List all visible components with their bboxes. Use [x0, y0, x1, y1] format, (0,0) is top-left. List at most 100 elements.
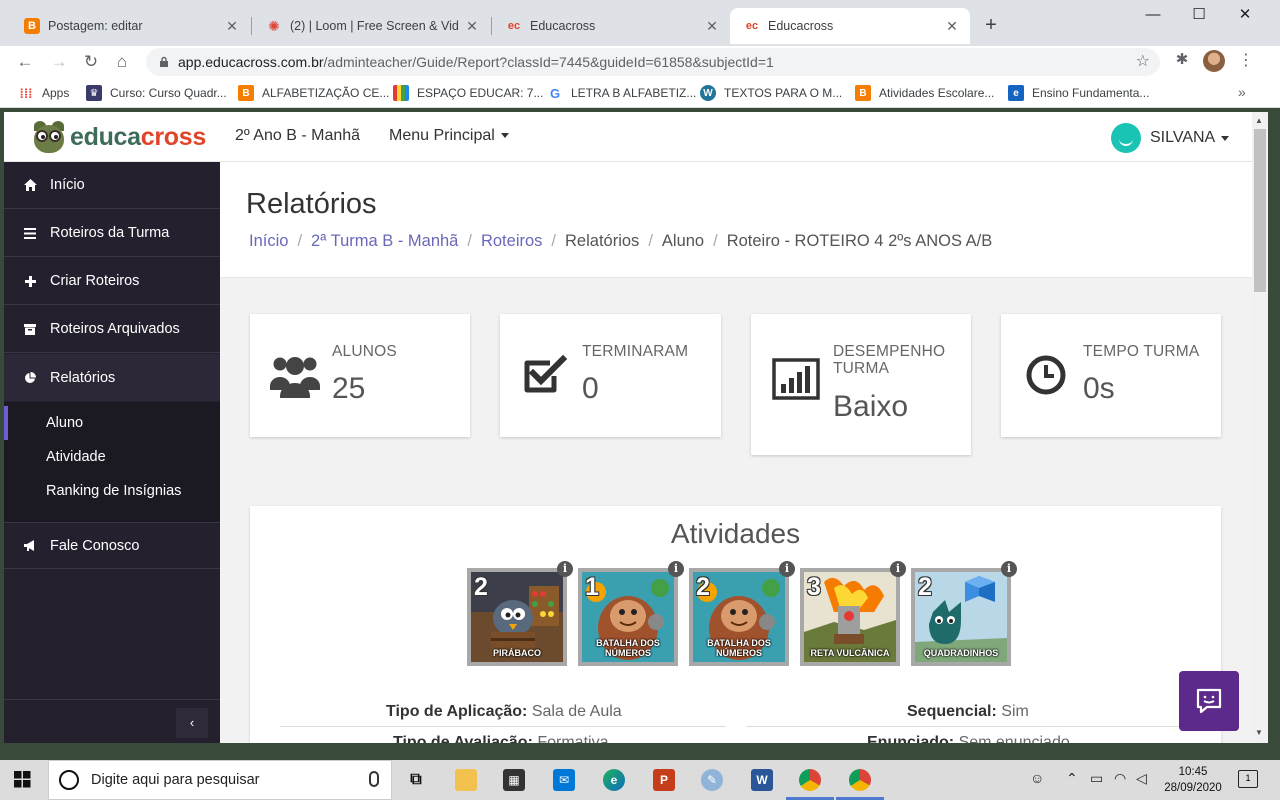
- browser-menu-icon[interactable]: ⋮: [1238, 50, 1254, 72]
- reload-button[interactable]: ↻: [80, 51, 102, 73]
- home-button[interactable]: ⌂: [111, 51, 133, 73]
- task-view-button[interactable]: ⧉: [400, 764, 432, 796]
- browser-tab-educacross[interactable]: ec Educacross ✕: [492, 8, 730, 44]
- taskbar-search-input[interactable]: Digite aqui para pesquisar: [48, 760, 392, 800]
- back-button[interactable]: ←: [14, 51, 36, 73]
- bookmark-apps[interactable]: ⁞⁞⁞ Apps: [18, 84, 70, 102]
- sidebar-subitem-aluno[interactable]: Aluno: [4, 406, 220, 440]
- sidebar-subitem-ranking[interactable]: Ranking de Insígnias: [4, 474, 220, 508]
- windows-start-icon[interactable]: [8, 770, 36, 790]
- people-icon[interactable]: ☺: [1030, 770, 1044, 786]
- main-menu-dropdown[interactable]: Menu Principal: [389, 127, 509, 145]
- window-close-button[interactable]: ✕: [1222, 4, 1268, 26]
- bookmark-star-icon[interactable]: ☆: [1136, 51, 1150, 71]
- sidebar-item-inicio[interactable]: Início: [4, 162, 220, 209]
- browser-profile-avatar[interactable]: [1203, 50, 1225, 72]
- notification-center-icon[interactable]: 1: [1238, 770, 1258, 788]
- game-card-quadradinhos[interactable]: 2 QUADRADINHOS: [911, 568, 1011, 666]
- bookmark-atividades[interactable]: B Atividades Escolare...: [855, 84, 994, 102]
- microphone-icon[interactable]: [369, 771, 379, 787]
- info-icon[interactable]: i: [779, 561, 795, 577]
- detail-tipo-aplicacao: Tipo de Aplicação: Sala de Aula: [386, 703, 622, 720]
- game-name: PIRÁBACO: [492, 648, 541, 658]
- sidebar-item-relatorios[interactable]: Relatórios: [4, 354, 220, 401]
- game-level-number: 2: [474, 573, 488, 601]
- sidebar-item-roteiros-arquivados[interactable]: Roteiros Arquivados: [4, 306, 220, 353]
- battery-icon[interactable]: ▭: [1090, 770, 1103, 787]
- breadcrumb-turma[interactable]: 2ª Turma B - Manhã: [311, 232, 458, 250]
- browser-tab-blogger[interactable]: B Postagem: editar ✕: [10, 8, 250, 44]
- bookmark-letra-b[interactable]: G LETRA B ALFABETIZ...: [547, 84, 696, 102]
- stat-value: 0: [582, 372, 599, 405]
- scroll-up-icon[interactable]: ▲: [1255, 116, 1263, 125]
- task-view-icon: ⧉: [410, 771, 422, 788]
- volume-icon[interactable]: ◁: [1136, 770, 1147, 787]
- close-icon[interactable]: ✕: [224, 18, 240, 35]
- new-tab-button[interactable]: +: [980, 14, 1002, 36]
- close-icon[interactable]: ✕: [944, 18, 960, 35]
- bookmark-ensino[interactable]: e Ensino Fundamenta...: [1008, 84, 1149, 102]
- sidebar-item-roteiros-turma[interactable]: Roteiros da Turma: [4, 210, 220, 257]
- browser-toolbar: ← → ↻ ⌂ app.educacross.com.br/adminteach…: [0, 46, 1280, 78]
- game-card-pirabaco[interactable]: 2 PIRÁBACO: [467, 568, 567, 666]
- sidebar-subitem-atividade[interactable]: Atividade: [4, 440, 220, 474]
- bookmark-curso[interactable]: ♛ Curso: Curso Quadr...: [86, 84, 227, 102]
- info-icon[interactable]: i: [668, 561, 684, 577]
- page-viewport: educacross 2º Ano B - Manhã Menu Princip…: [4, 112, 1268, 743]
- browser-tab-educacross-active[interactable]: ec Educacross ✕: [730, 8, 970, 44]
- stat-label: TERMINARAM: [582, 343, 689, 360]
- game-card-batalha-1[interactable]: 1 BATALHA DOS NÚMEROS: [578, 568, 678, 666]
- game-name: RETA VULCÂNICA: [810, 648, 890, 658]
- taskbar-chrome-2[interactable]: [844, 764, 876, 796]
- bookmark-espaco-educar[interactable]: ESPAÇO EDUCAR: 7...: [393, 84, 543, 102]
- close-icon[interactable]: ✕: [464, 18, 480, 35]
- taskbar-chrome-1[interactable]: [794, 764, 826, 796]
- breadcrumb-inicio[interactable]: Início: [249, 232, 288, 250]
- taskbar-paint[interactable]: ✎: [696, 764, 728, 796]
- game-card-reta-vulcanica[interactable]: 3 RETA VULCÂNICA: [800, 568, 900, 666]
- scroll-down-icon[interactable]: ▼: [1255, 728, 1263, 737]
- sidebar-item-fale-conosco[interactable]: Fale Conosco: [4, 522, 220, 569]
- maximize-button[interactable]: ☐: [1176, 4, 1222, 26]
- info-icon[interactable]: i: [890, 561, 906, 577]
- address-bar[interactable]: app.educacross.com.br/adminteacher/Guide…: [146, 48, 1160, 76]
- sidebar-item-criar-roteiros[interactable]: Criar Roteiros: [4, 258, 220, 305]
- sidebar-collapse-button[interactable]: ‹: [176, 708, 208, 738]
- bookmarks-overflow-icon[interactable]: »: [1238, 84, 1246, 100]
- taskbar-store[interactable]: ▦: [498, 764, 530, 796]
- class-selector[interactable]: 2º Ano B - Manhã: [235, 127, 360, 145]
- minimize-button[interactable]: —: [1130, 4, 1176, 26]
- taskbar-edge[interactable]: e: [598, 764, 630, 796]
- page-header: Relatórios Início/2ª Turma B - Manhã / Rot…: [220, 162, 1252, 278]
- taskbar-file-explorer[interactable]: [450, 764, 482, 796]
- bookmark-textos[interactable]: W TEXTOS PARA O M...: [700, 84, 842, 102]
- game-level-number: 2: [696, 573, 710, 601]
- extensions-puzzle-icon[interactable]: ✱: [1172, 50, 1192, 70]
- wordpress-icon: W: [700, 85, 716, 101]
- tray-chevron-up-icon[interactable]: ⌃: [1066, 770, 1078, 787]
- game-level-number: 3: [807, 573, 821, 601]
- activities-title: Atividades: [670, 518, 801, 549]
- wifi-icon[interactable]: ◠: [1114, 770, 1126, 787]
- bookmark-alfabetizacao[interactable]: B ALFABETIZAÇÃO CE...: [238, 84, 389, 102]
- apps-grid-icon: ⁞⁞⁞: [19, 85, 33, 101]
- system-clock[interactable]: 10:45 28/09/2020: [1158, 764, 1228, 796]
- user-menu[interactable]: SILVANA: [1111, 123, 1230, 153]
- game-card-batalha-2[interactable]: 2 BATALHA DOS NÚMEROS: [689, 568, 789, 666]
- scrollbar-thumb[interactable]: [1254, 129, 1266, 292]
- info-icon[interactable]: i: [1001, 561, 1017, 577]
- browser-tab-loom[interactable]: ✺ (2) | Loom | Free Screen & Video ✕: [252, 8, 490, 44]
- taskbar-word[interactable]: W: [746, 764, 778, 796]
- chat-support-button[interactable]: [1179, 671, 1239, 731]
- educacross-icon: ec: [745, 20, 759, 32]
- info-icon[interactable]: i: [557, 561, 573, 577]
- page-scrollbar[interactable]: ▲ ▼: [1252, 112, 1268, 743]
- taskbar-mail[interactable]: ✉: [548, 764, 580, 796]
- taskbar-powerpoint[interactable]: P: [648, 764, 680, 796]
- close-icon[interactable]: ✕: [704, 18, 720, 35]
- powerpoint-icon: P: [653, 769, 675, 791]
- checkbox-checked-icon: [520, 350, 570, 400]
- forward-button[interactable]: →: [48, 51, 70, 73]
- breadcrumb-roteiros[interactable]: Roteiros: [481, 232, 542, 250]
- educacross-logo[interactable]: educacross: [32, 121, 206, 153]
